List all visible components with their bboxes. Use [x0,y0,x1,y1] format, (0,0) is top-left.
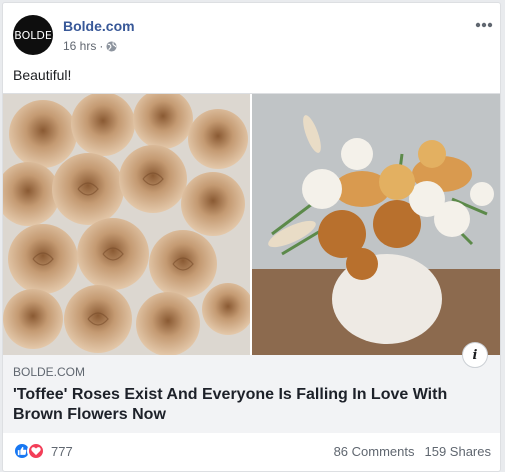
post-header: BOLDE Bolde.com 16 hrs · [13,15,493,57]
post-message: Beautiful! [13,67,72,83]
post-timestamp[interactable]: 16 hrs [63,39,96,53]
avatar[interactable]: BOLDE [13,15,53,55]
reactions-summary[interactable]: 777 [13,442,73,460]
post-card: BOLDE Bolde.com 16 hrs · Beautiful! BOLD… [2,2,501,472]
globe-icon[interactable] [106,40,117,52]
link-images[interactable] [3,94,500,355]
post-meta: 16 hrs · [63,39,117,53]
flower-arrangement-image[interactable] [252,94,500,355]
more-options-icon[interactable] [475,17,493,28]
page-name-link[interactable]: Bolde.com [63,18,135,34]
toffee-roses-bouquet-image[interactable] [3,94,250,355]
reaction-count: 777 [51,443,73,459]
love-icon [27,442,45,460]
meta-separator: · [99,39,104,53]
link-preview[interactable]: BOLDE.COM 'Toffee' Roses Exist And Every… [3,93,500,433]
comments-count-link[interactable]: 86 Comments [334,444,415,459]
shares-count-link[interactable]: 159 Shares [425,444,492,459]
engagement-stats: 86 Comments 159 Shares [334,444,491,459]
avatar-text: BOLDE [14,28,52,42]
link-domain: BOLDE.COM [13,365,86,379]
link-headline[interactable]: 'Toffee' Roses Exist And Everyone Is Fal… [13,385,483,425]
post-footer: 777 86 Comments 159 Shares [13,442,491,464]
link-text-area[interactable]: BOLDE.COM 'Toffee' Roses Exist And Every… [3,355,500,433]
info-icon[interactable]: i [462,342,488,368]
